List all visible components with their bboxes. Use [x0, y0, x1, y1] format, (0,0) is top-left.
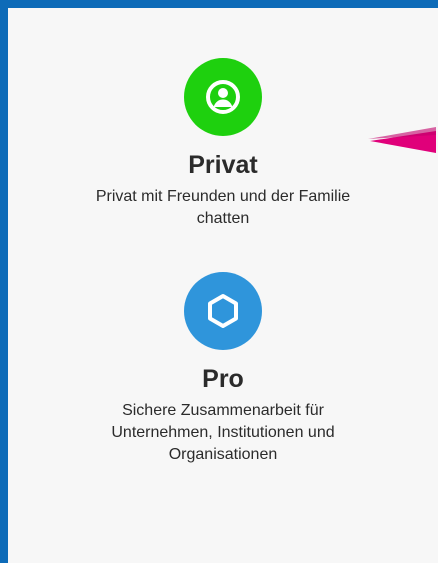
pro-icon-badge	[184, 272, 262, 350]
hexagon-icon	[208, 294, 238, 328]
annotation-arrow	[368, 127, 436, 153]
private-icon-badge	[184, 58, 262, 136]
option-pro[interactable]: Pro Sichere Zusammenarbeit für Unternehm…	[8, 272, 438, 466]
user-circle-icon	[206, 80, 240, 114]
option-title: Pro	[202, 365, 244, 393]
option-description: Privat mit Freunden und der Familie chat…	[95, 188, 351, 227]
option-description: Sichere Zusammenarbeit für Unternehmen, …	[111, 402, 335, 463]
app-screen: Privat Privat mit Freunden und der Famil…	[8, 8, 438, 563]
